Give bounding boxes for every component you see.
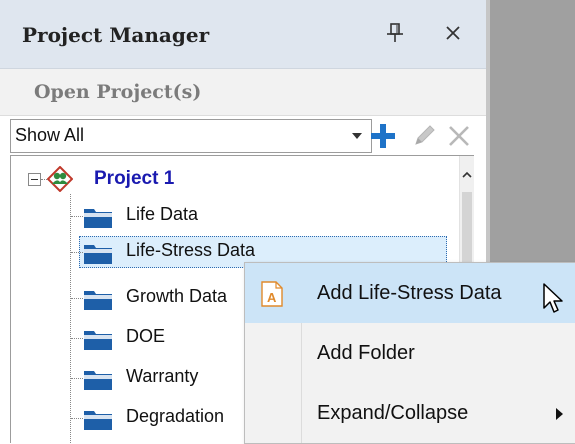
menu-item-expand-collapse[interactable]: Expand/Collapse xyxy=(245,383,575,443)
panel-title: Project Manager xyxy=(22,23,210,47)
menu-item-label: Expand/Collapse xyxy=(317,402,469,424)
delete-icon[interactable] xyxy=(446,123,472,149)
tree-item-label: DOE xyxy=(126,326,166,346)
chevron-down-icon xyxy=(352,133,362,139)
folder-icon xyxy=(84,411,112,430)
tree-item-label: Degradation xyxy=(126,406,225,426)
folder-icon xyxy=(84,209,112,228)
pin-icon[interactable] xyxy=(384,21,406,45)
edit-pencil-icon[interactable] xyxy=(410,122,438,150)
tree-item-label: Growth Data xyxy=(126,286,228,306)
folder-icon xyxy=(84,331,112,350)
tree-item-label: Life Data xyxy=(126,204,199,224)
chevron-right-icon xyxy=(556,408,563,420)
project-label[interactable]: Project 1 xyxy=(94,168,174,190)
chevron-up-icon[interactable] xyxy=(462,170,472,180)
filter-dropdown[interactable]: Show All xyxy=(10,119,372,153)
project-toolbar: Show All xyxy=(0,118,486,154)
project-icon xyxy=(47,166,73,192)
tree-item-life-data[interactable]: Life Data xyxy=(11,198,459,234)
close-icon[interactable] xyxy=(442,22,464,44)
menu-item-label: Add Folder xyxy=(317,342,415,364)
open-projects-label: Open Project(s) xyxy=(34,81,202,103)
svg-text:A: A xyxy=(267,290,277,305)
collapse-toggle-icon[interactable] xyxy=(28,173,41,186)
folder-icon xyxy=(84,371,112,390)
mouse-cursor-icon xyxy=(543,283,563,313)
filter-value: Show All xyxy=(15,125,85,145)
tree-item-label: Life-Stress Data xyxy=(126,240,256,260)
context-menu: A Add Life-Stress Data Add Folder Expand… xyxy=(244,262,575,444)
panel-header: Project Manager xyxy=(0,0,486,69)
add-icon[interactable] xyxy=(368,121,398,151)
folder-icon xyxy=(84,291,112,310)
menu-item-add-life-stress-data[interactable]: A Add Life-Stress Data xyxy=(245,263,575,323)
menu-item-label: Add Life-Stress Data xyxy=(317,282,502,304)
tree-item-label: Warranty xyxy=(126,366,199,386)
menu-item-add-folder[interactable]: Add Folder xyxy=(245,323,575,383)
life-stress-document-icon: A xyxy=(261,281,283,307)
folder-icon xyxy=(84,245,112,264)
open-projects-tab[interactable]: Open Project(s) xyxy=(0,69,486,116)
